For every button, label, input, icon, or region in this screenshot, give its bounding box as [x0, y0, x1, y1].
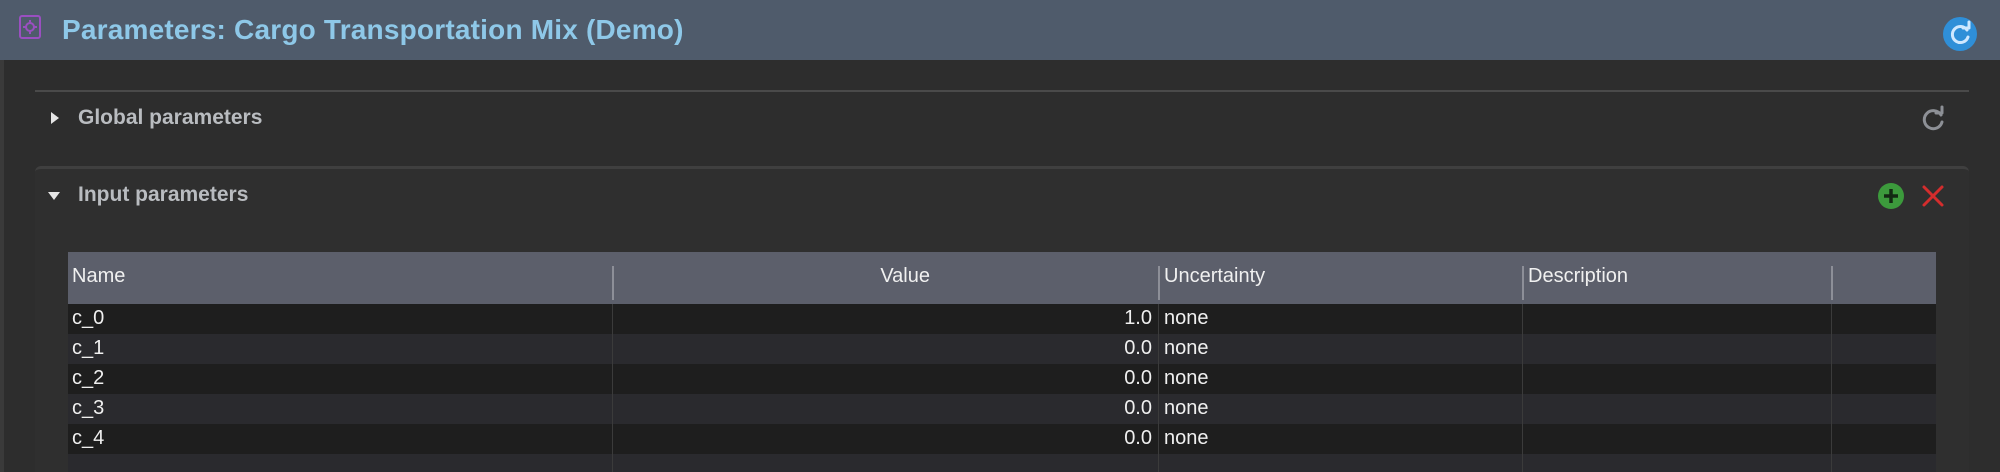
refresh-icon[interactable]: [1919, 104, 1947, 132]
cell-uncertainty[interactable]: none: [1164, 397, 1209, 420]
table-row[interactable]: c_1 0.0 none: [68, 334, 1936, 364]
parameters-table: Name Value Uncertainty Description c_0 1…: [68, 252, 1936, 472]
cell-uncertainty[interactable]: none: [1164, 337, 1209, 360]
column-header-uncertainty[interactable]: Uncertainty: [1164, 265, 1265, 288]
table-row[interactable]: c_4 0.0 none: [68, 424, 1936, 454]
cell-uncertainty[interactable]: none: [1164, 367, 1209, 390]
page-title: Parameters: Cargo Transportation Mix (De…: [62, 14, 684, 45]
refresh-icon[interactable]: [1942, 16, 1978, 52]
cell-name[interactable]: c_1: [72, 337, 104, 360]
column-header-value[interactable]: Value: [880, 265, 930, 288]
table-row[interactable]: c_0 1.0 none: [68, 304, 1936, 334]
global-parameters-label: Global parameters: [78, 106, 263, 129]
column-gridline: [612, 304, 613, 472]
cell-value[interactable]: 1.0: [1124, 307, 1152, 330]
column-gridline: [1158, 304, 1159, 472]
table-row-empty: [68, 454, 1936, 472]
cell-value[interactable]: 0.0: [1124, 397, 1152, 420]
input-parameters-header[interactable]: Input parameters: [35, 169, 1969, 221]
table-row[interactable]: c_2 0.0 none: [68, 364, 1936, 394]
column-divider[interactable]: [1522, 266, 1524, 300]
column-divider[interactable]: [1158, 266, 1160, 300]
column-gridline: [1831, 304, 1832, 472]
window-edge: [0, 60, 4, 472]
title-bar: Parameters: Cargo Transportation Mix (De…: [0, 0, 2000, 60]
add-icon[interactable]: [1877, 182, 1905, 210]
parameters-icon: [19, 15, 41, 39]
cell-name[interactable]: c_3: [72, 397, 104, 420]
chevron-down-icon[interactable]: [47, 189, 61, 203]
column-header-name[interactable]: Name: [72, 265, 125, 288]
column-divider[interactable]: [612, 266, 614, 300]
cell-value[interactable]: 0.0: [1124, 427, 1152, 450]
table-header: Name Value Uncertainty Description: [68, 252, 1936, 304]
column-header-description[interactable]: Description: [1528, 265, 1628, 288]
input-parameters-section: Input parameters Name Value Uncertainty …: [35, 166, 1969, 472]
global-parameters-header[interactable]: Global parameters: [35, 92, 1969, 144]
cell-uncertainty[interactable]: none: [1164, 307, 1209, 330]
global-parameters-section: Global parameters: [35, 92, 1969, 144]
cell-value[interactable]: 0.0: [1124, 337, 1152, 360]
table-row[interactable]: c_3 0.0 none: [68, 394, 1936, 424]
cell-uncertainty[interactable]: none: [1164, 427, 1209, 450]
input-parameters-label: Input parameters: [78, 183, 249, 206]
column-divider[interactable]: [1831, 266, 1833, 300]
cell-value[interactable]: 0.0: [1124, 367, 1152, 390]
cell-name[interactable]: c_4: [72, 427, 104, 450]
cell-name[interactable]: c_0: [72, 307, 104, 330]
chevron-right-icon[interactable]: [48, 111, 62, 125]
column-gridline: [1522, 304, 1523, 472]
cell-name[interactable]: c_2: [72, 367, 104, 390]
delete-icon[interactable]: [1921, 184, 1945, 208]
